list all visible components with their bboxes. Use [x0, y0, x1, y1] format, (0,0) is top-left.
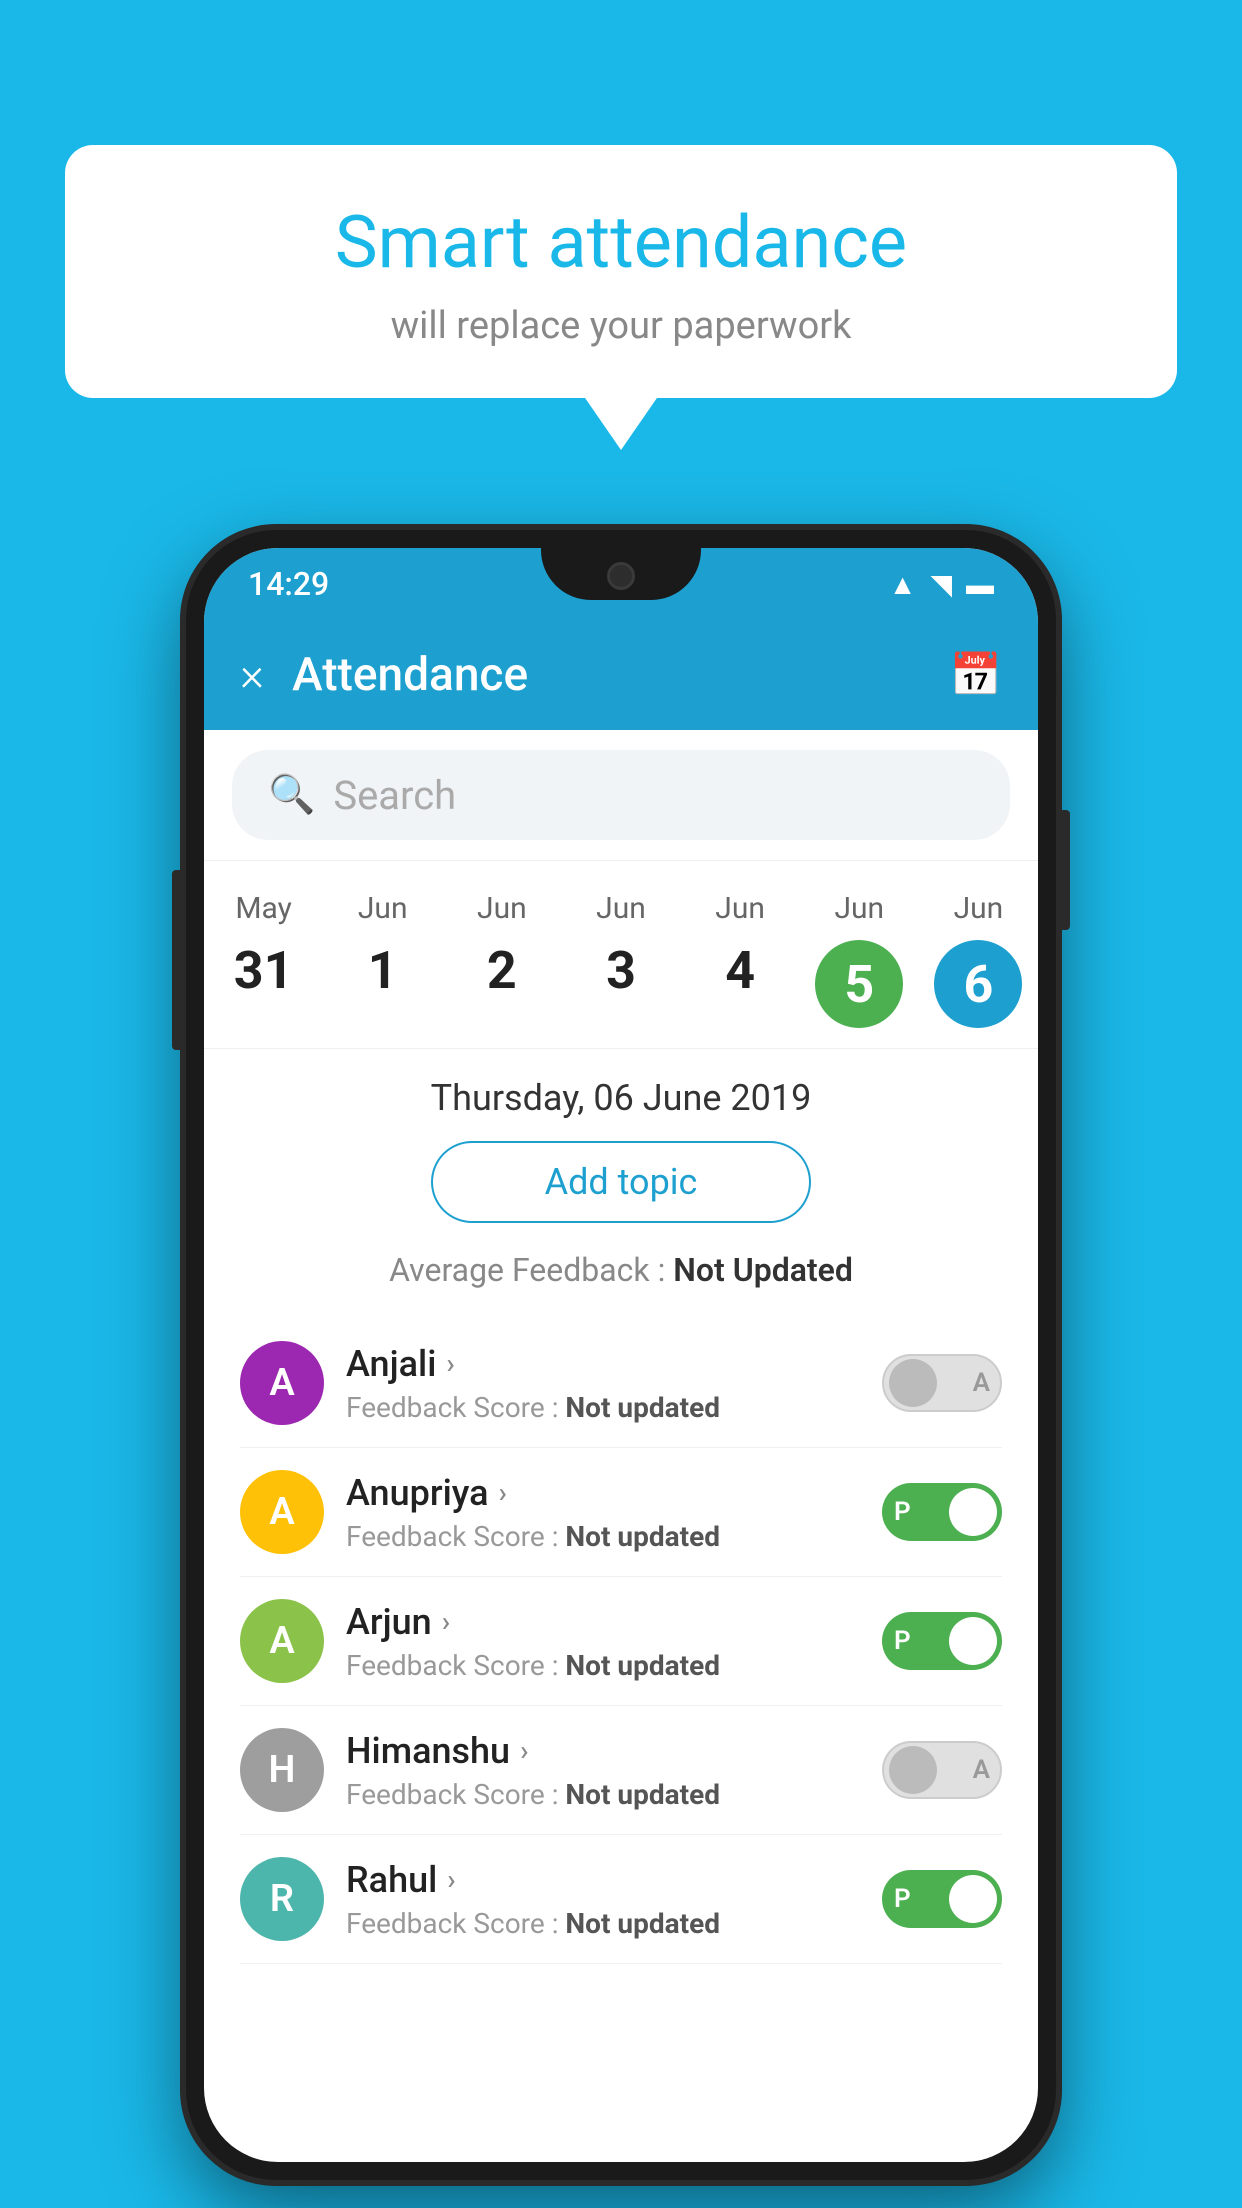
selected-date-label: Thursday, 06 June 2019 — [240, 1077, 1002, 1119]
student-name-2: Arjun › — [346, 1601, 860, 1643]
student-row-1[interactable]: A Anupriya › Feedback Score : Not updated P — [240, 1448, 1002, 1577]
search-bar[interactable]: 🔍 Search — [232, 750, 1010, 840]
status-time: 14:29 — [248, 565, 329, 603]
chevron-icon: › — [499, 1476, 507, 1509]
bubble-title: Smart attendance — [125, 200, 1117, 286]
avatar-3: H — [240, 1728, 324, 1812]
phone-screen: 14:29 ▲ ◥ ▬ × Attendance 📅 🔍 Se — [204, 548, 1038, 2162]
student-feedback-2: Feedback Score : Not updated — [346, 1649, 860, 1682]
date-col-1[interactable]: Jun 1 — [323, 881, 442, 1038]
battery-icon: ▬ — [966, 568, 994, 601]
student-row-3[interactable]: H Himanshu › Feedback Score : Not updated A — [240, 1706, 1002, 1835]
date-month-1: Jun — [358, 891, 408, 926]
app-bar: × Attendance 📅 — [204, 620, 1038, 730]
search-container: 🔍 Search — [204, 730, 1038, 861]
speech-bubble: Smart attendance will replace your paper… — [65, 145, 1177, 398]
avatar-0: A — [240, 1341, 324, 1425]
student-row-0[interactable]: A Anjali › Feedback Score : Not updated A — [240, 1319, 1002, 1448]
date-month-3: Jun — [596, 891, 646, 926]
date-col-3[interactable]: Jun 3 — [561, 881, 680, 1038]
student-info-1: Anupriya › Feedback Score : Not updated — [346, 1472, 860, 1553]
student-info-3: Himanshu › Feedback Score : Not updated — [346, 1730, 860, 1811]
student-list: AAnjali ›Feedback Score : Not updatedAAA… — [240, 1319, 1002, 1964]
student-name-3: Himanshu › — [346, 1730, 860, 1772]
app-bar-title: Attendance — [292, 648, 528, 702]
close-button[interactable]: × — [240, 648, 264, 702]
chevron-icon: › — [446, 1347, 454, 1380]
chevron-icon: › — [447, 1863, 455, 1896]
student-name-1: Anupriya › — [346, 1472, 860, 1514]
date-col-2[interactable]: Jun 2 — [442, 881, 561, 1038]
student-feedback-1: Feedback Score : Not updated — [346, 1520, 860, 1553]
date-num-4: 4 — [725, 940, 755, 1001]
phone-notch — [541, 548, 701, 600]
search-icon: 🔍 — [268, 773, 315, 817]
avatar-2: A — [240, 1599, 324, 1683]
date-num-1: 1 — [368, 940, 398, 1001]
date-num-2: 2 — [487, 940, 517, 1001]
date-col-6[interactable]: Jun6 — [919, 881, 1038, 1038]
wifi-icon: ▲ — [889, 568, 917, 601]
toggle-0[interactable]: A — [882, 1354, 1002, 1412]
calendar-icon[interactable]: 📅 — [950, 651, 1002, 700]
date-col-0[interactable]: May 31 — [204, 881, 323, 1038]
avg-feedback: Average Feedback : Not Updated — [240, 1251, 1002, 1289]
student-name-4: Rahul › — [346, 1859, 860, 1901]
bubble-subtitle: will replace your paperwork — [125, 304, 1117, 348]
date-month-6: Jun — [954, 891, 1004, 926]
date-strip: May 31 Jun 1 Jun 2 Jun 3 Jun 4 Jun5Jun6 — [204, 861, 1038, 1049]
date-month-5: Jun — [834, 891, 884, 926]
app-bar-left: × Attendance — [240, 648, 528, 702]
signal-icon: ◥ — [930, 568, 952, 601]
date-month-2: Jun — [477, 891, 527, 926]
avatar-1: A — [240, 1470, 324, 1554]
date-num-3: 3 — [606, 940, 636, 1001]
student-name-0: Anjali › — [346, 1343, 860, 1385]
student-feedback-4: Feedback Score : Not updated — [346, 1907, 860, 1940]
student-info-4: Rahul › Feedback Score : Not updated — [346, 1859, 860, 1940]
student-info-0: Anjali › Feedback Score : Not updated — [346, 1343, 860, 1424]
add-topic-button[interactable]: Add topic — [431, 1141, 811, 1223]
toggle-1[interactable]: P — [882, 1483, 1002, 1541]
student-feedback-3: Feedback Score : Not updated — [346, 1778, 860, 1811]
student-info-2: Arjun › Feedback Score : Not updated — [346, 1601, 860, 1682]
student-row-2[interactable]: A Arjun › Feedback Score : Not updated P — [240, 1577, 1002, 1706]
toggle-2[interactable]: P — [882, 1612, 1002, 1670]
phone: 14:29 ▲ ◥ ▬ × Attendance 📅 🔍 Se — [186, 530, 1056, 2180]
search-input[interactable]: Search — [333, 772, 456, 819]
content-area: Thursday, 06 June 2019 Add topic Average… — [204, 1049, 1038, 1992]
date-num-0: 31 — [234, 940, 294, 1001]
chevron-icon: › — [442, 1605, 450, 1638]
chevron-icon: › — [520, 1734, 528, 1767]
date-month-4: Jun — [715, 891, 765, 926]
student-row-4[interactable]: R Rahul › Feedback Score : Not updated P — [240, 1835, 1002, 1964]
phone-shell: 14:29 ▲ ◥ ▬ × Attendance 📅 🔍 Se — [186, 530, 1056, 2180]
status-icons: ▲ ◥ ▬ — [889, 568, 994, 601]
toggle-4[interactable]: P — [882, 1870, 1002, 1928]
front-camera — [607, 562, 635, 590]
toggle-3[interactable]: A — [882, 1741, 1002, 1799]
date-col-4[interactable]: Jun 4 — [681, 881, 800, 1038]
date-month-0: May — [235, 891, 291, 926]
avatar-4: R — [240, 1857, 324, 1941]
student-feedback-0: Feedback Score : Not updated — [346, 1391, 860, 1424]
date-col-5[interactable]: Jun5 — [800, 881, 919, 1038]
